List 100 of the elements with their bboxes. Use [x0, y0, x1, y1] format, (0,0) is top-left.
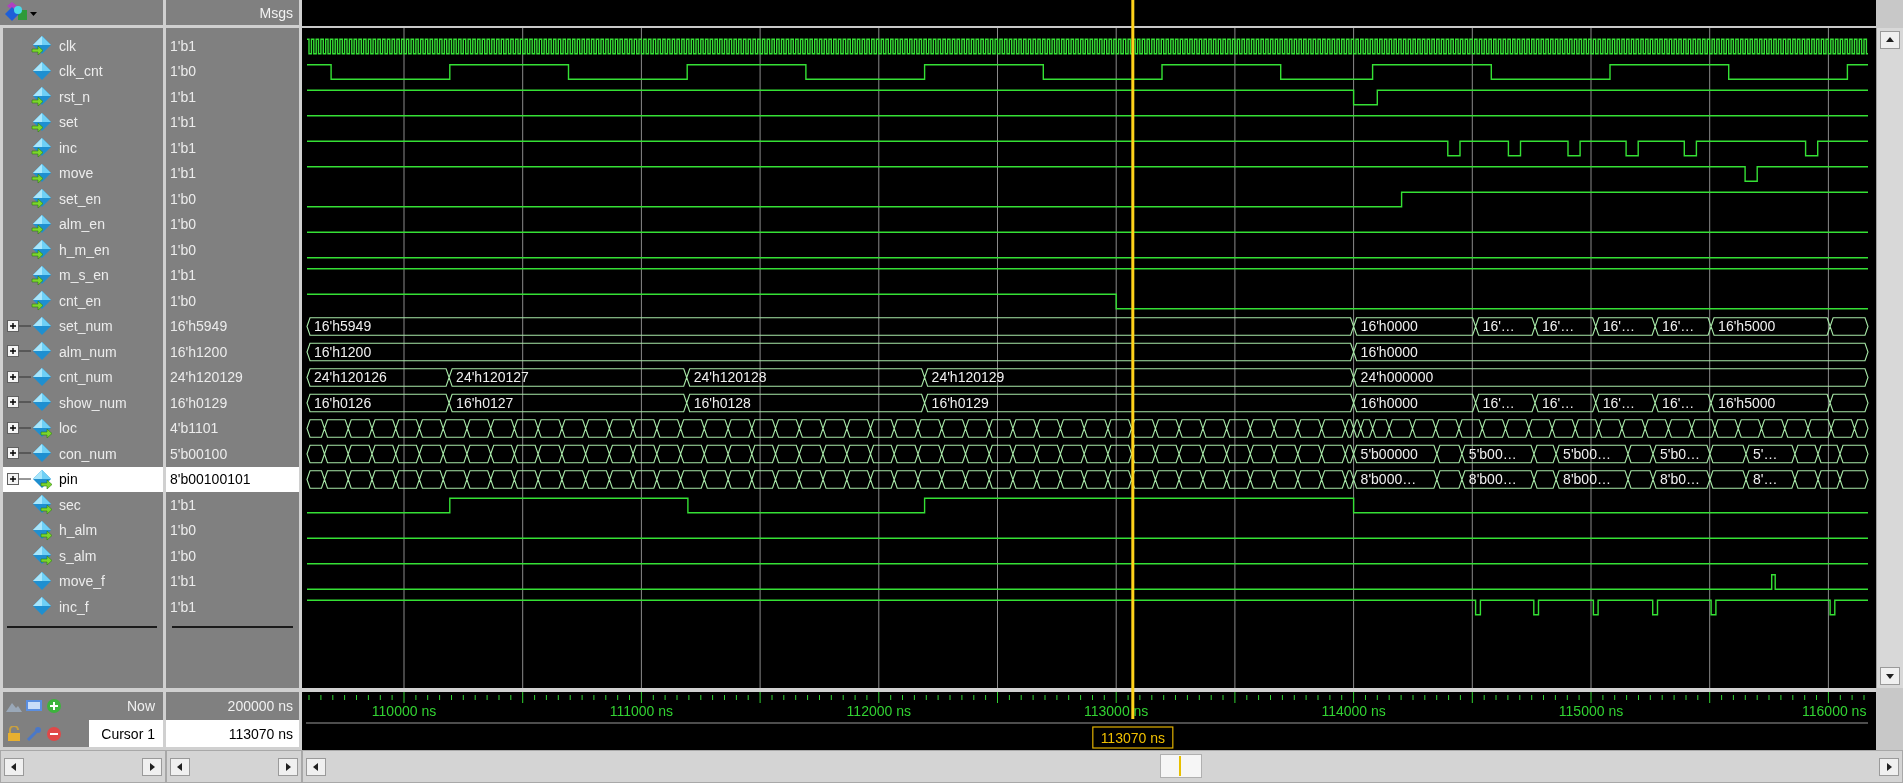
remove-icon[interactable]	[45, 725, 63, 742]
signal-row[interactable]: 1'b1	[166, 33, 299, 59]
signal-row[interactable]: 1'b0	[166, 288, 299, 314]
signal-name[interactable]: m_s_en	[59, 267, 109, 284]
cursor-time-label[interactable]: 113070 ns	[1092, 726, 1174, 749]
signal-name-row[interactable]: h_m_en	[3, 237, 163, 263]
signal-name[interactable]: clk_cnt	[59, 63, 103, 80]
signal-name-row[interactable]: cnt_num	[3, 364, 163, 390]
expand-button[interactable]	[7, 396, 31, 410]
scroll-right-button[interactable]	[142, 757, 162, 776]
add-icon[interactable]	[45, 698, 63, 714]
signal-name[interactable]: h_m_en	[59, 241, 110, 258]
scroll-left-button[interactable]	[4, 757, 24, 776]
signal-name-row[interactable]: move_f	[3, 568, 163, 594]
signal-name[interactable]: move	[59, 165, 94, 182]
signal-name[interactable]: set_num	[59, 318, 113, 335]
signal-name-row[interactable]: rst_n	[3, 84, 163, 110]
signal-row[interactable]: 5'b00100	[166, 441, 299, 467]
wave-menu-button[interactable]	[4, 1, 38, 24]
scroll-left-button[interactable]	[306, 757, 326, 776]
signal-name-row[interactable]: cnt_en	[3, 288, 163, 314]
signal-name[interactable]: set_en	[59, 190, 102, 207]
scroll-left-button[interactable]	[170, 757, 190, 776]
signal-name[interactable]: rst_n	[59, 88, 91, 105]
signal-name-row[interactable]: clk_cnt	[3, 58, 163, 84]
signal-row[interactable]: 1'b1	[166, 594, 299, 620]
signal-name-row[interactable]: loc	[3, 415, 163, 441]
signal-row[interactable]: 1'b1	[166, 84, 299, 110]
expand-button[interactable]	[7, 421, 31, 435]
signal-name[interactable]: alm_en	[59, 216, 105, 233]
expand-button[interactable]	[7, 447, 31, 461]
scroll-right-button[interactable]	[1879, 757, 1899, 776]
signal-row[interactable]: 1'b1	[166, 160, 299, 186]
scroll-right-button[interactable]	[278, 757, 298, 776]
signal-value: 4'b1101	[169, 420, 219, 437]
signal-row[interactable]: 1'b0	[166, 517, 299, 543]
scrollbar-thumb[interactable]	[1160, 754, 1202, 778]
signal-name-row[interactable]: set_num	[3, 313, 163, 339]
signal-name-row[interactable]: sec	[3, 492, 163, 518]
signal-row[interactable]: 1'b1	[166, 262, 299, 288]
signal-name-row[interactable]: move	[3, 160, 163, 186]
time-label: 110000 ns	[371, 703, 437, 719]
signal-row[interactable]: 1'b1	[166, 135, 299, 161]
signal-name[interactable]: alm_num	[59, 343, 117, 360]
horizontal-scrollbar[interactable]	[0, 750, 166, 783]
signal-row[interactable]: 16'h5949	[166, 313, 299, 339]
signal-name[interactable]: show_num	[59, 394, 127, 411]
signal-name[interactable]: cnt_en	[59, 292, 102, 309]
signal-name-row[interactable]: pin	[3, 466, 163, 492]
signal-name-row[interactable]: alm_num	[3, 339, 163, 365]
signal-name-row[interactable]: con_num	[3, 441, 163, 467]
signal-name[interactable]: clk	[59, 37, 77, 54]
vertical-scrollbar[interactable]	[1876, 28, 1903, 688]
now-value: 200000 ns	[227, 698, 294, 714]
signal-row[interactable]: 1'b0	[166, 237, 299, 263]
signal-name[interactable]: cnt_num	[59, 369, 113, 386]
expand-button[interactable]	[7, 319, 31, 333]
signal-name[interactable]: inc	[59, 139, 77, 156]
time-label: 112000 ns	[846, 703, 911, 719]
expand-button[interactable]	[7, 370, 31, 384]
signal-row[interactable]: 16'h0129	[166, 390, 299, 416]
signal-row[interactable]: 1'b0	[166, 543, 299, 569]
signal-name[interactable]: loc	[59, 420, 77, 437]
signal-name-row[interactable]: show_num	[3, 390, 163, 416]
signal-row[interactable]: 24'h120129	[166, 364, 299, 390]
signal-row[interactable]: 4'b1101	[166, 415, 299, 441]
signal-name-row[interactable]: s_alm	[3, 543, 163, 569]
signal-name[interactable]: set	[59, 114, 78, 131]
horizontal-scrollbar[interactable]	[302, 750, 1903, 783]
signal-name[interactable]: move_f	[59, 573, 105, 590]
signal-name[interactable]: con_num	[59, 445, 117, 462]
scroll-down-button[interactable]	[1880, 667, 1900, 685]
signal-row[interactable]: 1'b1	[166, 492, 299, 518]
signal-row[interactable]: 1'b1	[166, 109, 299, 135]
signal-name-row[interactable]: set	[3, 109, 163, 135]
signal-name[interactable]: inc_f	[59, 598, 89, 615]
signal-row[interactable]: 1'b0	[166, 186, 299, 212]
expand-button[interactable]	[7, 345, 31, 359]
signal-row[interactable]: 1'b1	[166, 568, 299, 594]
horizontal-scrollbar[interactable]	[166, 750, 302, 783]
signal-name-row[interactable]: set_en	[3, 186, 163, 212]
signal-name[interactable]: h_alm	[59, 522, 98, 539]
scroll-up-button[interactable]	[1880, 31, 1900, 49]
signal-name[interactable]: pin	[59, 471, 78, 488]
signal-row[interactable]: 1'b0	[166, 211, 299, 237]
signal-row[interactable]: 8'b00100101	[166, 466, 299, 492]
signal-name-row[interactable]: clk	[3, 33, 163, 59]
signal-name-row[interactable]: h_alm	[3, 517, 163, 543]
expand-button[interactable]	[7, 472, 31, 486]
cursor-name[interactable]: Cursor 1	[89, 720, 163, 747]
signal-row[interactable]: 1'b0	[166, 58, 299, 84]
signal-name-row[interactable]: inc_f	[3, 594, 163, 620]
cursor-line[interactable]	[1131, 0, 1135, 719]
signal-name[interactable]: s_alm	[59, 547, 97, 564]
signal-name-row[interactable]: m_s_en	[3, 262, 163, 288]
monitor-icon[interactable]	[25, 698, 43, 714]
signal-name[interactable]: sec	[59, 496, 81, 513]
signal-name-row[interactable]: alm_en	[3, 211, 163, 237]
signal-row[interactable]: 16'h1200	[166, 339, 299, 365]
signal-name-row[interactable]: inc	[3, 135, 163, 161]
